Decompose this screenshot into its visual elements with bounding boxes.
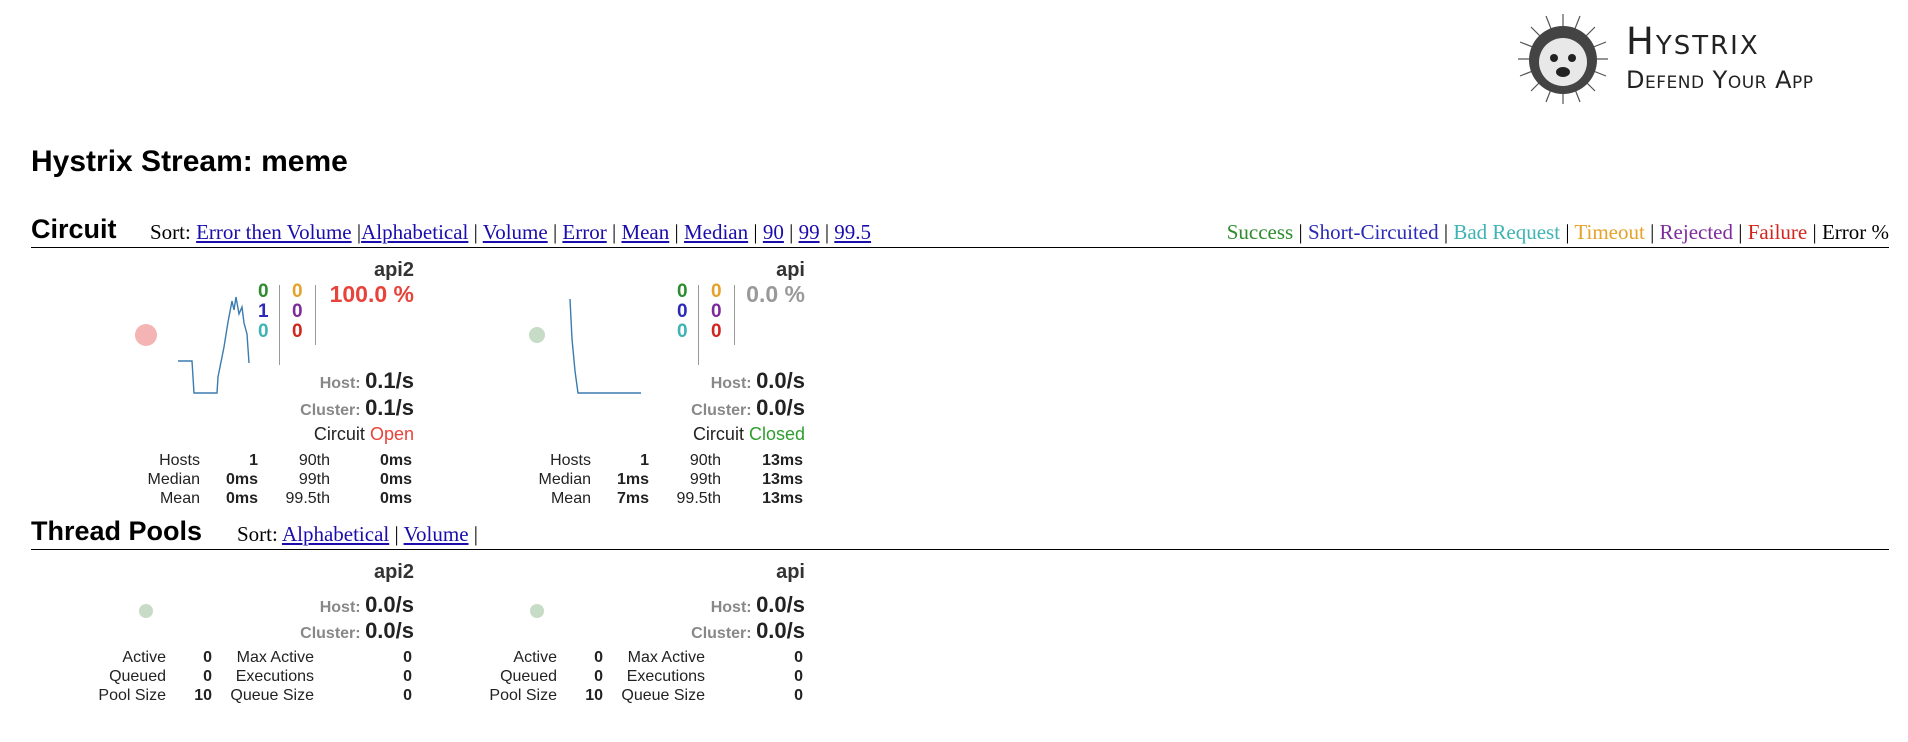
count-short-circuited: 1 <box>258 301 269 322</box>
host-rate-row: Host: 0.0/s <box>711 592 805 618</box>
sort-90[interactable]: 90 <box>763 220 784 244</box>
sort-mean[interactable]: Mean <box>621 220 669 244</box>
count-success: 0 <box>258 281 269 302</box>
health-circle <box>530 604 544 618</box>
host-rate-row: Host: 0.0/s <box>320 592 414 618</box>
legend-success: Success <box>1226 220 1294 244</box>
sort-alphabetical[interactable]: Alphabetical <box>361 220 468 244</box>
porcupine-logo-icon <box>1518 14 1608 104</box>
thread-pools-header: Thread Pools Sort: Alphabetical | Volume… <box>31 516 1889 550</box>
host-rate: 0.0/s <box>756 592 805 617</box>
legend-bad-request: Bad Request <box>1453 220 1561 244</box>
health-circle <box>139 604 153 618</box>
count-rejected: 0 <box>711 301 722 322</box>
circuit-monitor-api[interactable]: api 0 0 0 0 0 0 0.0 % Host: 0.0/s Cluste… <box>405 259 805 507</box>
host-rate: 0.0/s <box>756 368 805 393</box>
legend-failure: Failure <box>1747 220 1808 244</box>
page-title: Hystrix Stream: meme <box>31 145 348 178</box>
count-success: 0 <box>677 281 688 302</box>
health-circle-open <box>135 324 157 346</box>
logo-title: Hystrix <box>1626 20 1760 63</box>
host-label: Host: <box>319 599 361 616</box>
thread-pool-api[interactable]: api Host: 0.0/s Cluster: 0.0/s Active 0 Ma… <box>405 561 805 706</box>
count-short-circuited: 0 <box>677 301 688 322</box>
circuit-state: Circuit Open <box>314 424 414 445</box>
circuit-title: Circuit <box>31 214 117 244</box>
sort-99[interactable]: 99 <box>799 220 820 244</box>
circuit-status: Closed <box>748 424 805 444</box>
sort-error-then-volume[interactable]: Error then Volume <box>196 220 352 244</box>
health-circle-closed <box>529 327 545 343</box>
cluster-rate-row: Cluster: 0.0/s <box>300 618 414 644</box>
host-rate-row: Host: 0.0/s <box>711 368 805 394</box>
count-failure: 0 <box>711 321 722 342</box>
legend-timeout: Timeout <box>1574 220 1645 244</box>
latency-stats: Hosts 1 90th 13ms Median 1ms 99th 13ms Mean 7ms… <box>538 452 803 507</box>
count-bad-request: 0 <box>677 321 688 342</box>
sort-error[interactable]: Error <box>562 220 606 244</box>
thread-pools-title: Thread Pools <box>31 516 203 546</box>
host-label: Host: <box>710 599 752 616</box>
cluster-rate-row: Cluster: 0.1/s <box>300 395 414 421</box>
status-legend: Success | Short-Circuited | Bad Request … <box>1226 220 1889 244</box>
cluster-rate-row: Cluster: 0.0/s <box>691 395 805 421</box>
count-timeout: 0 <box>292 281 303 302</box>
pool-stats: Active 0 Max Active 0 Queued 0 Executions 0 Po… <box>98 649 412 704</box>
thread-pool-api2[interactable]: api2 Host: 0.0/s Cluster: 0.0/s Active 0 M… <box>14 561 414 706</box>
sort-99-5[interactable]: 99.5 <box>834 220 871 244</box>
legend-error-pct: Error % <box>1821 220 1889 244</box>
circuit-state: Circuit Closed <box>693 424 805 445</box>
pool-health <box>530 604 544 618</box>
logo-subtitle: Defend Your App <box>1626 66 1814 94</box>
thread-pools-sort-bar: Sort: Alphabetical | Volume | <box>237 522 478 546</box>
host-label: Host: <box>319 375 361 392</box>
cluster-label: Cluster: <box>691 625 752 642</box>
pool-stats: Active 0 Max Active 0 Queued 0 Executions 0 Po… <box>489 649 803 704</box>
cluster-label: Cluster: <box>300 402 361 419</box>
count-rejected: 0 <box>292 301 303 322</box>
circuit-label: Circuit <box>313 424 365 444</box>
circuit-sort-bar: Sort: Error then Volume |Alphabetical | … <box>150 220 872 244</box>
error-percentage: 100.0 % <box>329 281 414 307</box>
pool-sort-alphabetical[interactable]: Alphabetical <box>282 522 389 546</box>
host-label: Host: <box>710 375 752 392</box>
pool-name: api <box>776 561 805 583</box>
cluster-label: Cluster: <box>691 402 752 419</box>
circuit-label: Circuit <box>692 424 744 444</box>
legend-short-circuited: Short-Circuited <box>1307 220 1439 244</box>
pool-health <box>139 604 153 618</box>
error-percentage: 0.0 % <box>746 281 805 307</box>
host-rate-row: Host: 0.1/s <box>320 368 414 394</box>
latency-stats: Hosts 1 90th 0ms Median 0ms 99th 0ms Mean 0ms 99… <box>147 452 412 507</box>
cluster-rate: 0.0/s <box>756 395 805 420</box>
sort-label: Sort: <box>150 220 191 244</box>
cluster-rate: 0.0/s <box>756 618 805 643</box>
circuit-header: Circuit Sort: Error then Volume |Alphabe… <box>31 214 1889 248</box>
sort-label: Sort: <box>237 522 278 546</box>
count-failure: 0 <box>292 321 303 342</box>
circuit-monitor-api2[interactable]: api2 0 1 0 0 0 0 100.0 % Host: 0.1/s Clu… <box>14 259 414 507</box>
legend-rejected: Rejected <box>1659 220 1734 244</box>
cluster-label: Cluster: <box>300 625 361 642</box>
hystrix-logo: Hystrix Defend Your App <box>1518 12 1896 104</box>
cluster-rate-row: Cluster: 0.0/s <box>691 618 805 644</box>
sort-volume[interactable]: Volume <box>483 220 548 244</box>
count-timeout: 0 <box>711 281 722 302</box>
count-bad-request: 0 <box>258 321 269 342</box>
sort-median[interactable]: Median <box>684 220 748 244</box>
pool-sort-volume[interactable]: Volume <box>404 522 469 546</box>
